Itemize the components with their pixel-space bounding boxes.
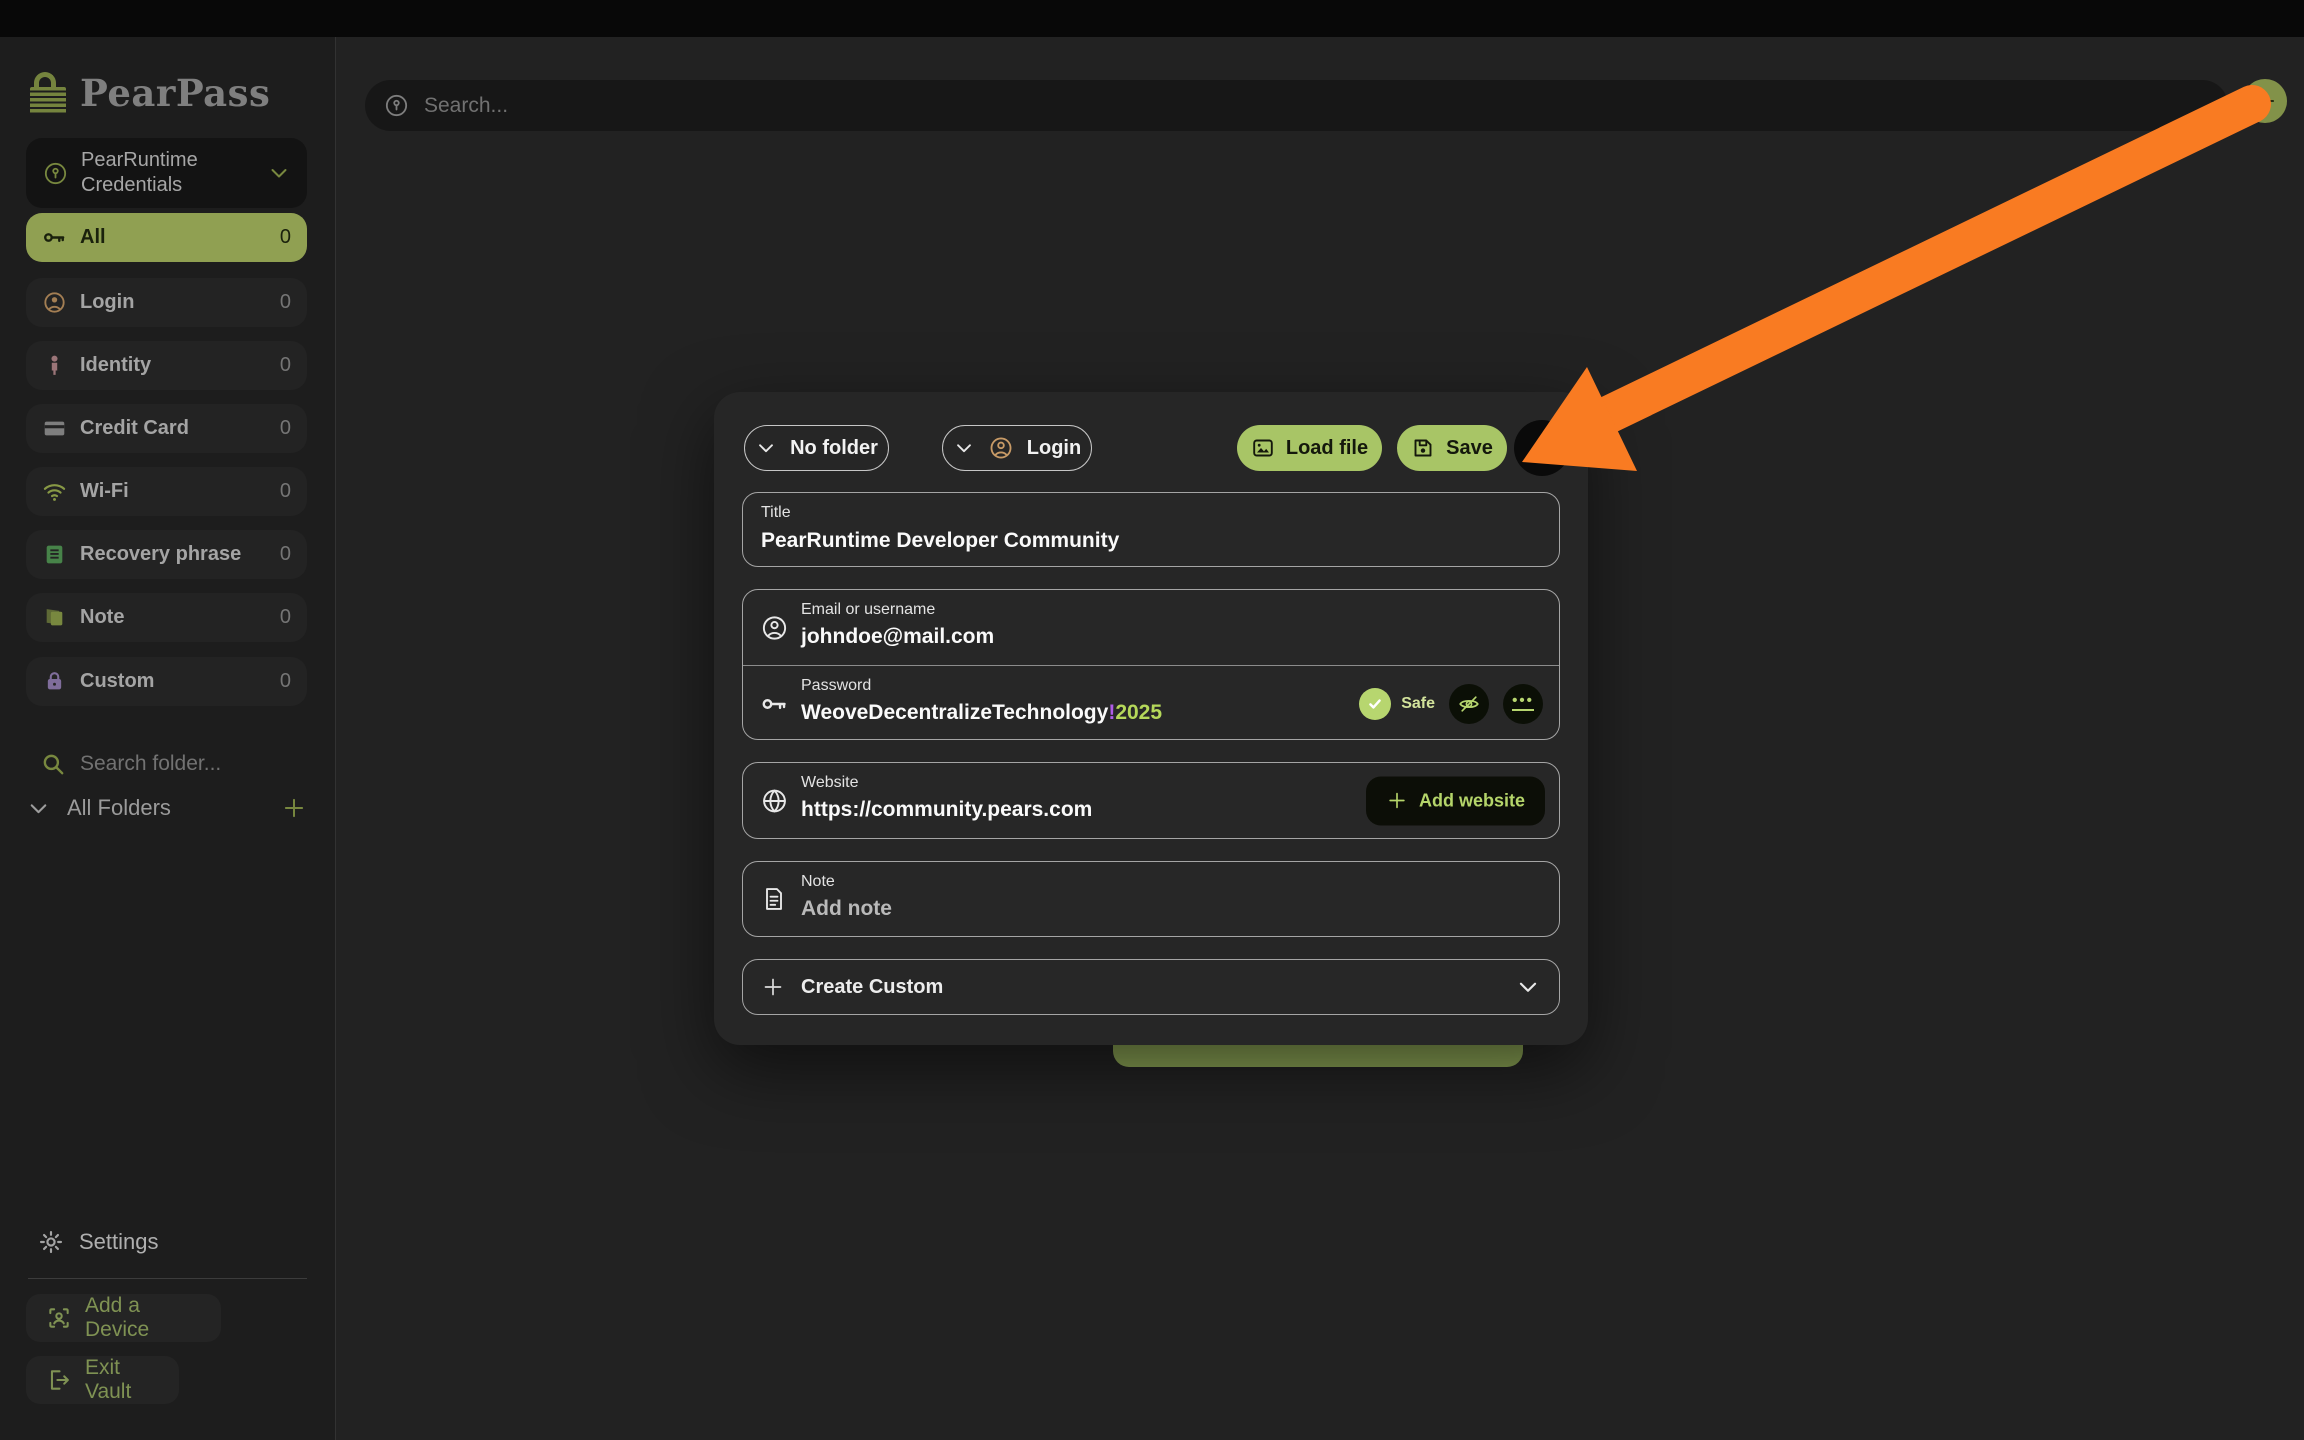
email-field[interactable]: Email or username johndoe@mail.com <box>743 590 1559 665</box>
note-placeholder: Add note <box>801 897 892 921</box>
plus-icon <box>761 975 785 999</box>
close-button[interactable] <box>1514 420 1570 476</box>
modal-toolbar: No folder Login Load file <box>742 425 1560 471</box>
type-select[interactable]: Login <box>942 425 1092 471</box>
key-icon <box>760 689 789 718</box>
more-dots-icon: ••• <box>1512 696 1534 711</box>
website-value: https://community.pears.com <box>801 798 1092 822</box>
safe-label: Safe <box>1401 695 1435 713</box>
save-icon <box>1411 436 1435 460</box>
load-file-button[interactable]: Load file <box>1237 425 1382 471</box>
note-label: Note <box>801 873 892 891</box>
add-website-button[interactable]: Add website <box>1366 776 1545 825</box>
credential-editor-modal: No folder Login Load file <box>714 392 1588 1045</box>
website-field[interactable]: Website https://community.pears.com Add … <box>742 762 1560 839</box>
chevron-down-icon <box>953 437 975 459</box>
user-circle-icon <box>760 613 789 642</box>
toggle-password-visibility-button[interactable] <box>1449 684 1489 724</box>
password-strength-badge: Safe <box>1359 688 1435 720</box>
document-icon <box>760 885 788 913</box>
note-field[interactable]: Note Add note <box>742 861 1560 937</box>
plus-icon <box>1386 790 1408 812</box>
password-value: WeoveDecentralizeTechnology!2025 <box>801 701 1162 725</box>
check-icon <box>1359 688 1391 720</box>
password-label: Password <box>801 677 1162 695</box>
folder-select[interactable]: No folder <box>744 425 889 471</box>
title-label: Title <box>761 504 1119 522</box>
create-custom-row[interactable]: Create Custom <box>742 959 1560 1015</box>
user-circle-icon <box>988 435 1014 461</box>
chevron-down-icon <box>755 437 777 459</box>
password-field[interactable]: Password WeoveDecentralizeTechnology!202… <box>743 666 1559 741</box>
globe-icon <box>760 786 789 815</box>
image-icon <box>1251 436 1275 460</box>
credentials-group: Email or username johndoe@mail.com Passw… <box>742 589 1560 740</box>
title-field[interactable]: Title PearRuntime Developer Community <box>742 492 1560 567</box>
save-button[interactable]: Save <box>1397 425 1507 471</box>
title-value: PearRuntime Developer Community <box>761 529 1119 553</box>
eye-off-icon <box>1457 692 1481 716</box>
chevron-down-icon <box>1515 974 1541 1000</box>
email-label: Email or username <box>801 601 994 619</box>
pearpass-app: PearPass PearRuntime Credentials All 0 L… <box>0 0 2304 1440</box>
password-options-button[interactable]: ••• <box>1503 684 1543 724</box>
website-label: Website <box>801 774 1092 792</box>
email-value: johndoe@mail.com <box>801 625 994 649</box>
